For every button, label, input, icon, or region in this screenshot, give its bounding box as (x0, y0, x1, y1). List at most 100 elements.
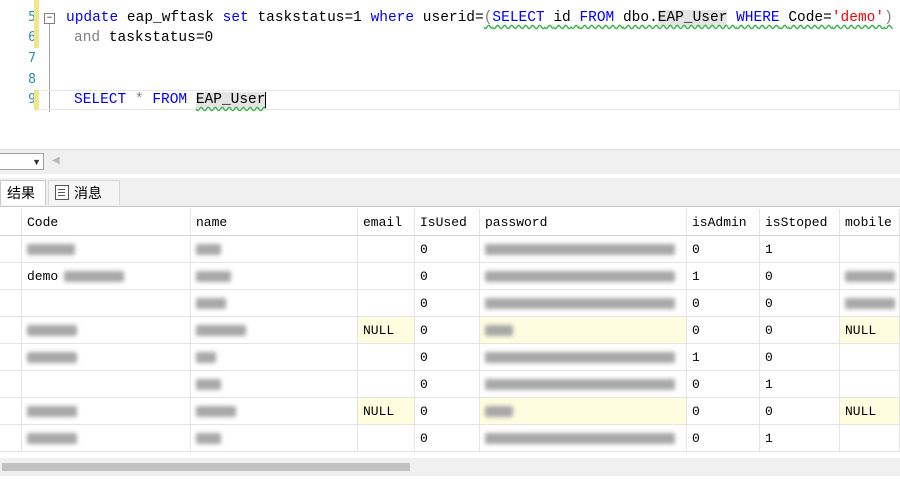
code-line-5[interactable]: update eap_wftask set taskstatus=1 where… (66, 8, 893, 28)
cell-mobile[interactable] (840, 263, 900, 290)
cell-password[interactable] (480, 317, 687, 344)
sql-editor[interactable]: 5 6 7 8 9 − update eap_wftask set taskst… (0, 0, 900, 118)
row-selector[interactable] (0, 290, 22, 317)
column-header[interactable]: isAdmin (687, 209, 760, 236)
cell-code[interactable] (22, 425, 191, 452)
collapse-toggle-icon[interactable]: − (44, 13, 55, 24)
table-row[interactable]: 0 0 1 (0, 371, 900, 398)
row-selector-header[interactable] (0, 209, 22, 236)
cell-mobile[interactable] (840, 425, 900, 452)
cell-mobile[interactable]: NULL (840, 317, 900, 344)
cell-isused[interactable]: 0 (415, 263, 480, 290)
tab-messages[interactable]: 消息 (48, 180, 120, 205)
scrollbar-thumb[interactable] (2, 463, 410, 471)
cell-email[interactable]: NULL (358, 317, 415, 344)
cell-code[interactable]: demo (22, 263, 191, 290)
cell-email[interactable]: NULL (358, 398, 415, 425)
code-line-9[interactable]: SELECT * FROM EAP_User (74, 90, 267, 110)
cell-isstoped[interactable]: 0 (760, 398, 840, 425)
cell-code[interactable] (22, 371, 191, 398)
results-grid[interactable]: Code name email IsUsed password isAdmin … (0, 209, 900, 454)
cell-isused[interactable]: 0 (415, 425, 480, 452)
cell-email[interactable] (358, 371, 415, 398)
row-selector[interactable] (0, 371, 22, 398)
cell-password[interactable] (480, 398, 687, 425)
cell-isadmin[interactable]: 1 (687, 344, 760, 371)
cell-email[interactable] (358, 263, 415, 290)
cell-password[interactable] (480, 236, 687, 263)
cell-email[interactable] (358, 236, 415, 263)
row-selector[interactable] (0, 317, 22, 344)
row-selector[interactable] (0, 398, 22, 425)
cell-name[interactable] (191, 371, 358, 398)
cell-password[interactable] (480, 263, 687, 290)
row-selector[interactable] (0, 236, 22, 263)
cell-name[interactable] (191, 344, 358, 371)
row-selector[interactable] (0, 263, 22, 290)
cell-code[interactable] (22, 398, 191, 425)
cell-isstoped[interactable]: 1 (760, 425, 840, 452)
cell-code[interactable] (22, 236, 191, 263)
cell-isadmin[interactable]: 0 (687, 290, 760, 317)
zoom-select[interactable]: ▼ (0, 153, 44, 170)
table-row[interactable]: 0 0 1 (0, 236, 900, 263)
table-row[interactable]: 0 1 0 (0, 344, 900, 371)
cell-isstoped[interactable]: 0 (760, 290, 840, 317)
cell-isstoped[interactable]: 1 (760, 236, 840, 263)
column-header[interactable]: password (480, 209, 687, 236)
cell-code[interactable] (22, 317, 191, 344)
cell-isstoped[interactable]: 1 (760, 371, 840, 398)
cell-mobile[interactable] (840, 290, 900, 317)
cell-isstoped[interactable]: 0 (760, 317, 840, 344)
cell-isused[interactable]: 0 (415, 317, 480, 344)
column-header[interactable]: mobile (840, 209, 900, 236)
row-selector[interactable] (0, 344, 22, 371)
cell-password[interactable] (480, 425, 687, 452)
table-row[interactable]: NULL 0 0 0 NULL (0, 398, 900, 425)
cell-name[interactable] (191, 398, 358, 425)
cell-name[interactable] (191, 425, 358, 452)
column-header[interactable]: IsUsed (415, 209, 480, 236)
cell-name[interactable] (191, 236, 358, 263)
cell-isstoped[interactable]: 0 (760, 263, 840, 290)
cell-isused[interactable]: 0 (415, 344, 480, 371)
code-line-6[interactable]: and taskstatus=0 (74, 28, 213, 48)
cell-isadmin[interactable]: 0 (687, 425, 760, 452)
horizontal-scrollbar[interactable] (0, 458, 900, 476)
cell-isused[interactable]: 0 (415, 236, 480, 263)
cell-isadmin[interactable]: 1 (687, 263, 760, 290)
tab-results[interactable]: 结果 (0, 180, 46, 205)
cell-code[interactable] (22, 344, 191, 371)
cell-password[interactable] (480, 290, 687, 317)
column-header[interactable]: email (358, 209, 415, 236)
scroll-left-icon[interactable]: ◀ (52, 155, 60, 166)
cell-mobile[interactable]: NULL (840, 398, 900, 425)
cell-code[interactable] (22, 290, 191, 317)
cell-isadmin[interactable]: 0 (687, 398, 760, 425)
column-header[interactable]: Code (22, 209, 191, 236)
cell-name[interactable] (191, 263, 358, 290)
cell-isadmin[interactable]: 0 (687, 317, 760, 344)
cell-name[interactable] (191, 317, 358, 344)
table-row[interactable]: 0 0 0 (0, 290, 900, 317)
cell-isadmin[interactable]: 0 (687, 236, 760, 263)
cell-mobile[interactable] (840, 344, 900, 371)
cell-isstoped[interactable]: 0 (760, 344, 840, 371)
table-row[interactable]: NULL 0 0 0 NULL (0, 317, 900, 344)
row-selector[interactable] (0, 425, 22, 452)
cell-isused[interactable]: 0 (415, 371, 480, 398)
cell-password[interactable] (480, 344, 687, 371)
cell-email[interactable] (358, 344, 415, 371)
cell-email[interactable] (358, 290, 415, 317)
cell-mobile[interactable] (840, 236, 900, 263)
cell-isused[interactable]: 0 (415, 398, 480, 425)
cell-mobile[interactable] (840, 371, 900, 398)
table-row[interactable]: 0 0 1 (0, 425, 900, 452)
column-header[interactable]: name (191, 209, 358, 236)
table-row[interactable]: demo 0 1 0 (0, 263, 900, 290)
cell-name[interactable] (191, 290, 358, 317)
column-header[interactable]: isStoped (760, 209, 840, 236)
cell-isused[interactable]: 0 (415, 290, 480, 317)
cell-password[interactable] (480, 371, 687, 398)
cell-isadmin[interactable]: 0 (687, 371, 760, 398)
